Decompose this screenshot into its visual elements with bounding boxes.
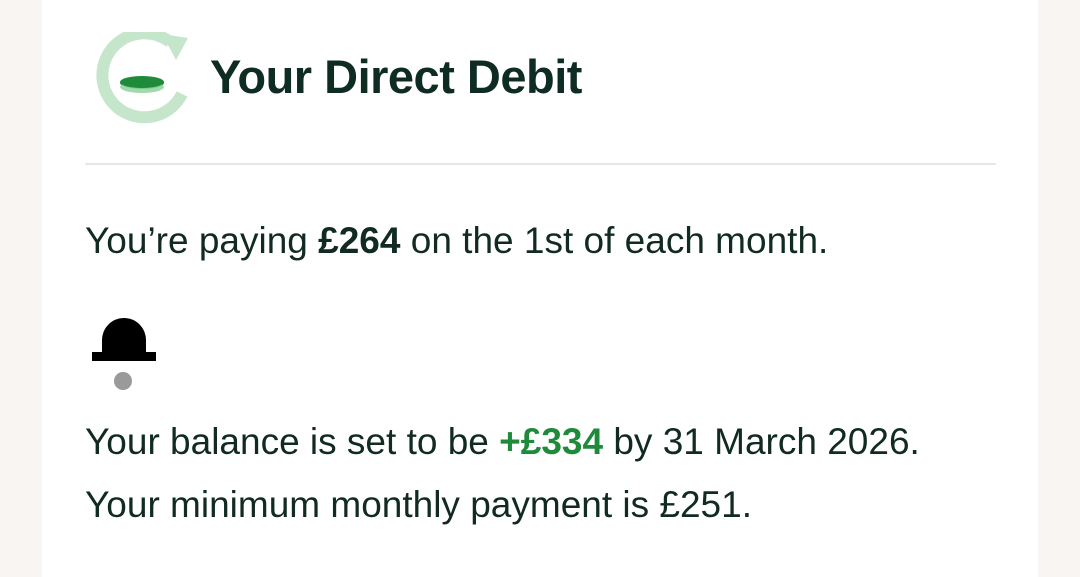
payment-amount: £264 (318, 220, 401, 261)
bell-icon (92, 318, 156, 390)
payment-prefix: You’re paying (85, 220, 319, 261)
direct-debit-card: Your Direct Debit You’re paying £264 on … (42, 0, 1038, 577)
payment-summary: You’re paying £264 on the 1st of each mo… (85, 213, 828, 269)
direct-debit-refresh-icon (96, 32, 188, 124)
balance-prefix: Your balance is set to be (85, 421, 500, 462)
card-header: Your Direct Debit (42, 0, 1038, 163)
divider (85, 163, 996, 165)
balance-amount: +£334 (499, 421, 604, 462)
balance-notice: Your balance is set to be +£334 by 31 Ma… (85, 410, 985, 536)
payment-suffix: on the 1st of each month. (400, 220, 829, 261)
page-title: Your Direct Debit (210, 50, 582, 103)
